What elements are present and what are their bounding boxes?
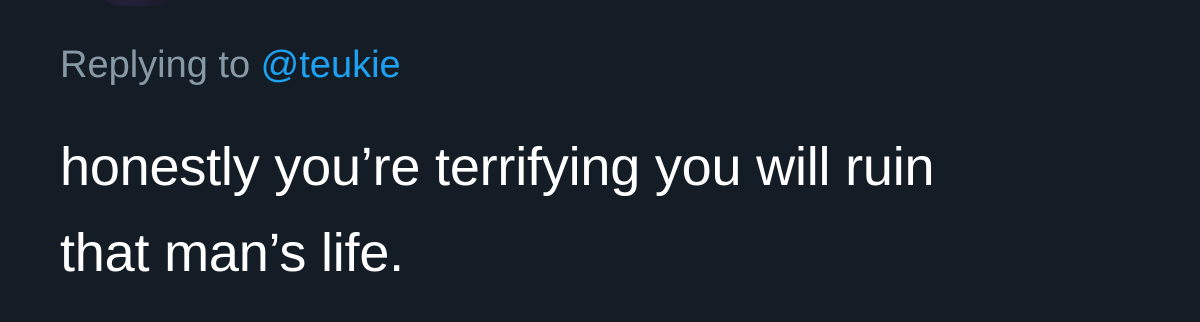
tweet-text-line: honestly you’re terrifying you will ruin	[60, 137, 935, 197]
reply-handle-link[interactable]: @teukie	[261, 44, 401, 86]
avatar[interactable]	[98, 0, 178, 6]
replying-to-line: Replying to @teukie	[60, 40, 401, 90]
replying-to-label: Replying to	[60, 44, 261, 86]
tweet-text: honestly you’re terrifying you will ruin…	[60, 124, 1160, 296]
tweet-text-line: that man’s life.	[60, 223, 404, 283]
